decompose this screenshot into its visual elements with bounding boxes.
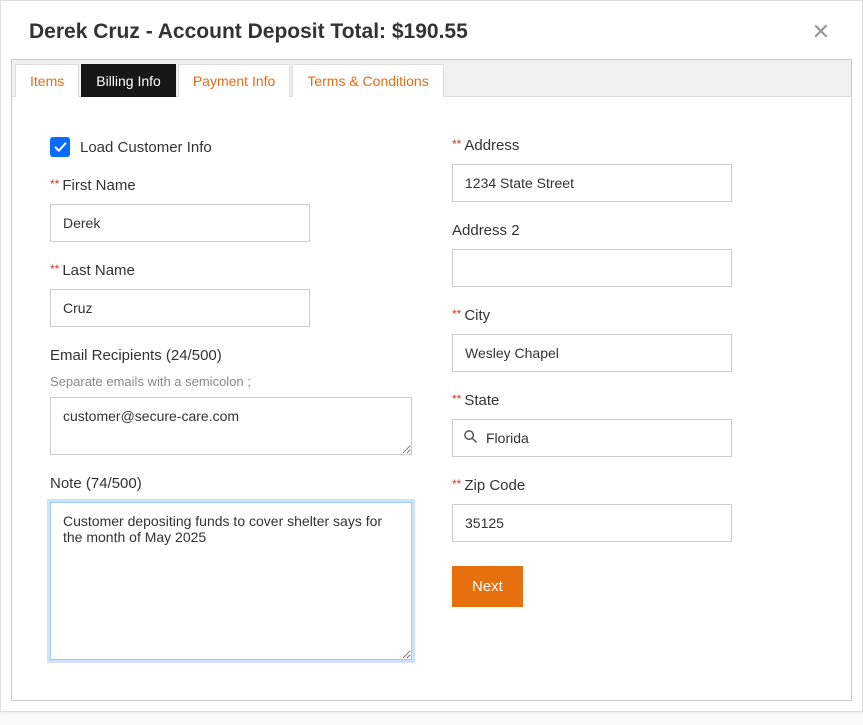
next-button[interactable]: Next [452, 566, 523, 607]
state-field: **State [452, 392, 813, 457]
state-search-wrapper[interactable] [452, 419, 732, 457]
address-field: **Address [452, 137, 813, 202]
city-label: City [464, 307, 490, 324]
deposit-modal: Derek Cruz - Account Deposit Total: $190… [0, 0, 863, 712]
city-input[interactable] [452, 334, 732, 372]
last-name-field: **Last Name [50, 262, 412, 327]
checkmark-icon [54, 141, 67, 154]
address2-input[interactable] [452, 249, 732, 287]
load-customer-info-checkbox[interactable] [50, 137, 70, 157]
modal-header: Derek Cruz - Account Deposit Total: $190… [1, 1, 862, 59]
first-name-field: **First Name [50, 177, 412, 242]
required-mark: ** [452, 392, 461, 406]
search-icon [463, 429, 478, 448]
state-input[interactable] [486, 430, 721, 446]
required-mark: ** [452, 137, 461, 151]
modal-title: Derek Cruz - Account Deposit Total: $190… [29, 20, 468, 44]
load-customer-info-row: Load Customer Info [50, 137, 412, 157]
required-mark: ** [452, 307, 461, 321]
close-icon: ✕ [812, 19, 830, 44]
note-label: Note (74/500) [50, 475, 412, 492]
first-name-label: First Name [62, 177, 135, 194]
zip-field: **Zip Code [452, 477, 813, 542]
required-mark: ** [50, 262, 59, 276]
email-recipients-input[interactable]: customer@secure-care.com [50, 397, 412, 455]
tab-billing-info[interactable]: Billing Info [81, 64, 176, 97]
address2-field: Address 2 [452, 222, 813, 287]
state-label: State [464, 392, 499, 409]
tab-terms-conditions[interactable]: Terms & Conditions [292, 64, 443, 97]
tab-payment-info[interactable]: Payment Info [178, 64, 291, 97]
tab-items[interactable]: Items [15, 64, 79, 97]
address2-label: Address 2 [452, 222, 813, 239]
load-customer-info-label: Load Customer Info [80, 139, 212, 156]
email-recipients-hint: Separate emails with a semicolon ; [50, 374, 412, 389]
required-mark: ** [452, 477, 461, 491]
address-label: Address [464, 137, 519, 154]
email-recipients-label: Email Recipients (24/500) [50, 347, 412, 364]
zip-label: Zip Code [464, 477, 525, 494]
required-mark: ** [50, 177, 59, 191]
form-body: Load Customer Info **First Name **Last N… [12, 96, 851, 700]
left-column: Load Customer Info **First Name **Last N… [50, 137, 442, 660]
note-input[interactable]: Customer depositing funds to cover shelt… [50, 502, 412, 660]
last-name-input[interactable] [50, 289, 310, 327]
note-field: Note (74/500) Customer depositing funds … [50, 475, 412, 660]
right-column: **Address Address 2 **City **State [442, 137, 813, 660]
tab-bar: Items Billing Info Payment Info Terms & … [12, 60, 851, 96]
last-name-label: Last Name [62, 262, 135, 279]
zip-input[interactable] [452, 504, 732, 542]
first-name-input[interactable] [50, 204, 310, 242]
content-panel: Items Billing Info Payment Info Terms & … [11, 59, 852, 701]
email-recipients-field: Email Recipients (24/500) Separate email… [50, 347, 412, 455]
close-button[interactable]: ✕ [808, 17, 834, 47]
city-field: **City [452, 307, 813, 372]
address-input[interactable] [452, 164, 732, 202]
